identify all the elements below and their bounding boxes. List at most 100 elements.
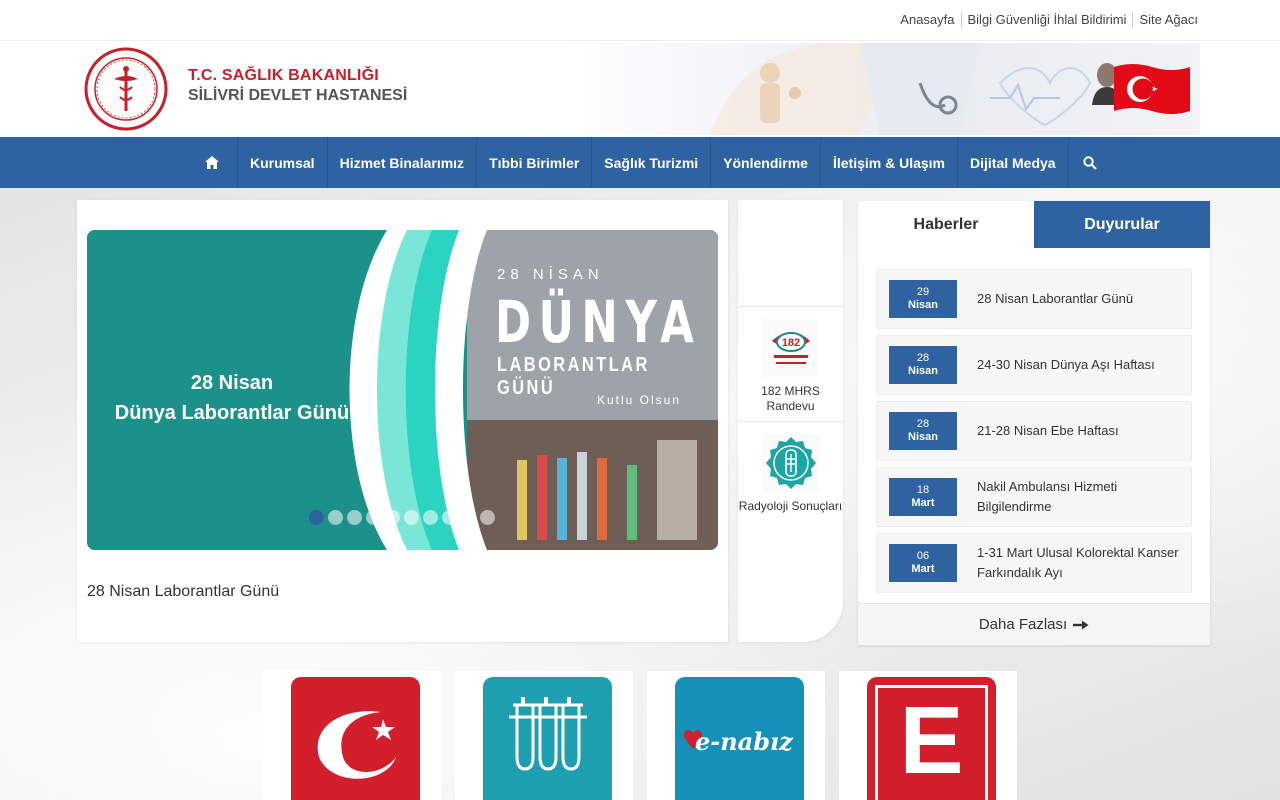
nav-item-hizmet-binalari[interactable]: Hizmet Binalarımız [328, 137, 478, 188]
news-date-month: Mart [911, 497, 935, 509]
news-title: Nakil Ambulansı Hizmeti Bilgilendirme [977, 479, 1118, 514]
quick-link-mhrs[interactable]: 182 182 MHRS Randevu [738, 319, 843, 414]
news-item[interactable]: 29 Nisan 28 Nisan Laborantlar Günü [876, 269, 1192, 329]
news-list: 29 Nisan 28 Nisan Laborantlar Günü 28 Nisan 2… [876, 269, 1192, 599]
news-panel: Haberler Duyurular 29 Nisan 28 Nisan Labor… [858, 201, 1210, 645]
news-item[interactable]: 18 Mart Nakil Ambulansı Hizmeti Bilgilendi… [876, 467, 1192, 527]
quick-link-radiology-label: Radyoloji Sonuçları [738, 499, 843, 513]
slide-left-title-line1: 28 Nisan [190, 372, 274, 394]
news-date-badge: 28 Nisan [889, 346, 957, 384]
slider-image[interactable]: 28 Nisan Dünya Laborantlar Günü 28 NİSAN… [87, 230, 718, 550]
brand-ministry-name: T.C. SAĞLIK BAKANLIĞI [188, 67, 379, 84]
news-title: 24-30 Nisan Dünya Aşı Haftası [977, 357, 1155, 372]
news-date-day: 28 [916, 352, 930, 364]
news-date-month: Nisan [908, 299, 938, 311]
turkish-flag-icon [1114, 64, 1190, 114]
quick-link-radiology[interactable]: Radyoloji Sonuçları [738, 434, 843, 514]
top-links: Anasayfa Bilgi Güvenliği İhlal Bildirimi… [894, 12, 1198, 28]
mhrs-icon: 182 [761, 319, 820, 377]
home-icon [205, 156, 219, 169]
news-tabs: Haberler Duyurular [858, 201, 1210, 248]
header-banner-art [560, 43, 1200, 135]
ministry-logo[interactable] [84, 47, 168, 131]
top-link-sitemap[interactable]: Site Ağacı [1132, 12, 1198, 28]
news-date-month: Nisan [908, 431, 938, 443]
news-title: 21-28 Nisan Ebe Haftası [977, 423, 1119, 438]
search-icon [1083, 155, 1097, 170]
slider-dot[interactable] [423, 510, 438, 525]
main-navigation: Kurumsal Hizmet Binalarımız Tıbbi Biriml… [0, 137, 1280, 188]
slider-dot[interactable] [347, 510, 362, 525]
slider-pagination [309, 510, 495, 525]
news-date-day: 28 [916, 418, 930, 430]
nav-home-button[interactable] [187, 137, 238, 188]
tab-haberler[interactable]: Haberler [858, 201, 1034, 248]
news-date-month: Mart [911, 563, 935, 575]
radiology-icon [761, 434, 820, 492]
news-date-month: Nisan [908, 365, 938, 377]
news-date-badge: 28 Nisan [889, 412, 957, 450]
slider-card: 28 Nisan Dünya Laborantlar Günü 28 NİSAN… [77, 200, 728, 642]
slider-dot[interactable] [385, 510, 400, 525]
top-link-security-report[interactable]: Bilgi Güvenliği İhlal Bildirimi [960, 12, 1133, 28]
nav-item-tibbi-birimler[interactable]: Tıbbi Birimler [477, 137, 593, 188]
slide-caption[interactable]: 28 Nisan Laborantlar Günü [87, 583, 279, 601]
crescent-star-icon [317, 711, 396, 779]
slide-right-headline: DÜNYA [495, 288, 702, 356]
slide-left-title-line2: Dünya Laborantlar Günü [114, 402, 350, 424]
saglik-bakanligi-logo [291, 677, 420, 800]
news-item[interactable]: 28 Nisan 24-30 Nisan Dünya Aşı Haftası [876, 335, 1192, 395]
slide-right-date: 28 NİSAN [497, 266, 604, 283]
app-tile-e[interactable]: E [839, 671, 1017, 800]
news-date-day: 06 [916, 550, 930, 562]
slider-dot[interactable] [461, 510, 476, 525]
news-title: 1-31 Mart Ulusal Kolorektal Kanser Farkı… [977, 545, 1179, 580]
nav-item-iletisim[interactable]: İletişim & Ulaşım [821, 137, 959, 188]
app-tile-lab-results[interactable] [455, 671, 633, 800]
slider-dot[interactable] [366, 510, 381, 525]
top-link-home[interactable]: Anasayfa [894, 12, 960, 28]
mhrs-icon-number: 182 [781, 337, 799, 349]
slider-dot[interactable] [309, 510, 324, 525]
news-more-label: Daha Fazlası [978, 616, 1068, 633]
news-item[interactable]: 28 Nisan 21-28 Nisan Ebe Haftası [876, 401, 1192, 461]
quick-links-panel: 182 182 MHRS Randevu Radyoloji Sonuçları [738, 200, 843, 642]
e-nabiz-logo: e-nabız [675, 677, 804, 800]
news-item[interactable]: 06 Mart 1-31 Mart Ulusal Kolorektal Kanser… [876, 533, 1192, 593]
top-bar: Anasayfa Bilgi Güvenliği İhlal Bildirimi… [0, 0, 1280, 41]
tab-duyurular[interactable]: Duyurular [1034, 201, 1210, 248]
app-tile-saglik-bakanligi[interactable] [263, 671, 441, 800]
slider-dot[interactable] [442, 510, 457, 525]
slider-dot[interactable] [480, 510, 495, 525]
brand-hospital-name: SİLİVRİ DEVLET HASTANESİ [188, 87, 408, 104]
e-app-logo: E [867, 677, 996, 800]
slider-dot[interactable] [328, 510, 343, 525]
lab-results-logo [483, 677, 612, 800]
site-header: T.C. SAĞLIK BAKANLIĞI SİLİVRİ DEVLET HAS… [0, 41, 1280, 137]
slide-left-title: 28 Nisan Dünya Laborantlar Günü [87, 368, 377, 428]
app-tile-e-nabiz[interactable]: e-nabız [647, 671, 825, 800]
slider-dot[interactable] [404, 510, 419, 525]
e-app-letter: E [899, 687, 964, 794]
news-date-day: 29 [916, 286, 930, 298]
e-nabiz-text: e-nabız [695, 727, 793, 756]
quick-divider [738, 421, 843, 422]
nav-item-kurumsal[interactable]: Kurumsal [238, 137, 328, 188]
slide-right-footer: Kutlu Olsun [597, 393, 682, 407]
news-more-link[interactable]: Daha Fazlası [858, 603, 1210, 645]
nav-menu: Kurumsal Hizmet Binalarımız Tıbbi Biriml… [187, 137, 1112, 188]
news-date-day: 18 [916, 484, 930, 496]
nav-item-yonlendirme[interactable]: Yönlendirme [711, 137, 821, 188]
quick-divider [738, 306, 843, 307]
news-date-badge: 18 Mart [889, 478, 957, 516]
arrow-right-icon [1073, 620, 1089, 629]
nav-item-saglik-turizmi[interactable]: Sağlık Turizmi [592, 137, 712, 188]
quick-link-mhrs-label: 182 MHRS Randevu [761, 384, 820, 413]
news-title: 28 Nisan Laborantlar Günü [977, 291, 1134, 306]
brand-title[interactable]: T.C. SAĞLIK BAKANLIĞI SİLİVRİ DEVLET HAS… [188, 67, 407, 105]
news-date-badge: 06 Mart [889, 544, 957, 582]
nav-item-dijital-medya[interactable]: Dijital Medya [958, 137, 1069, 188]
nav-search-button[interactable] [1069, 137, 1112, 188]
test-tubes-icon [509, 697, 587, 771]
news-date-badge: 29 Nisan [889, 280, 957, 318]
